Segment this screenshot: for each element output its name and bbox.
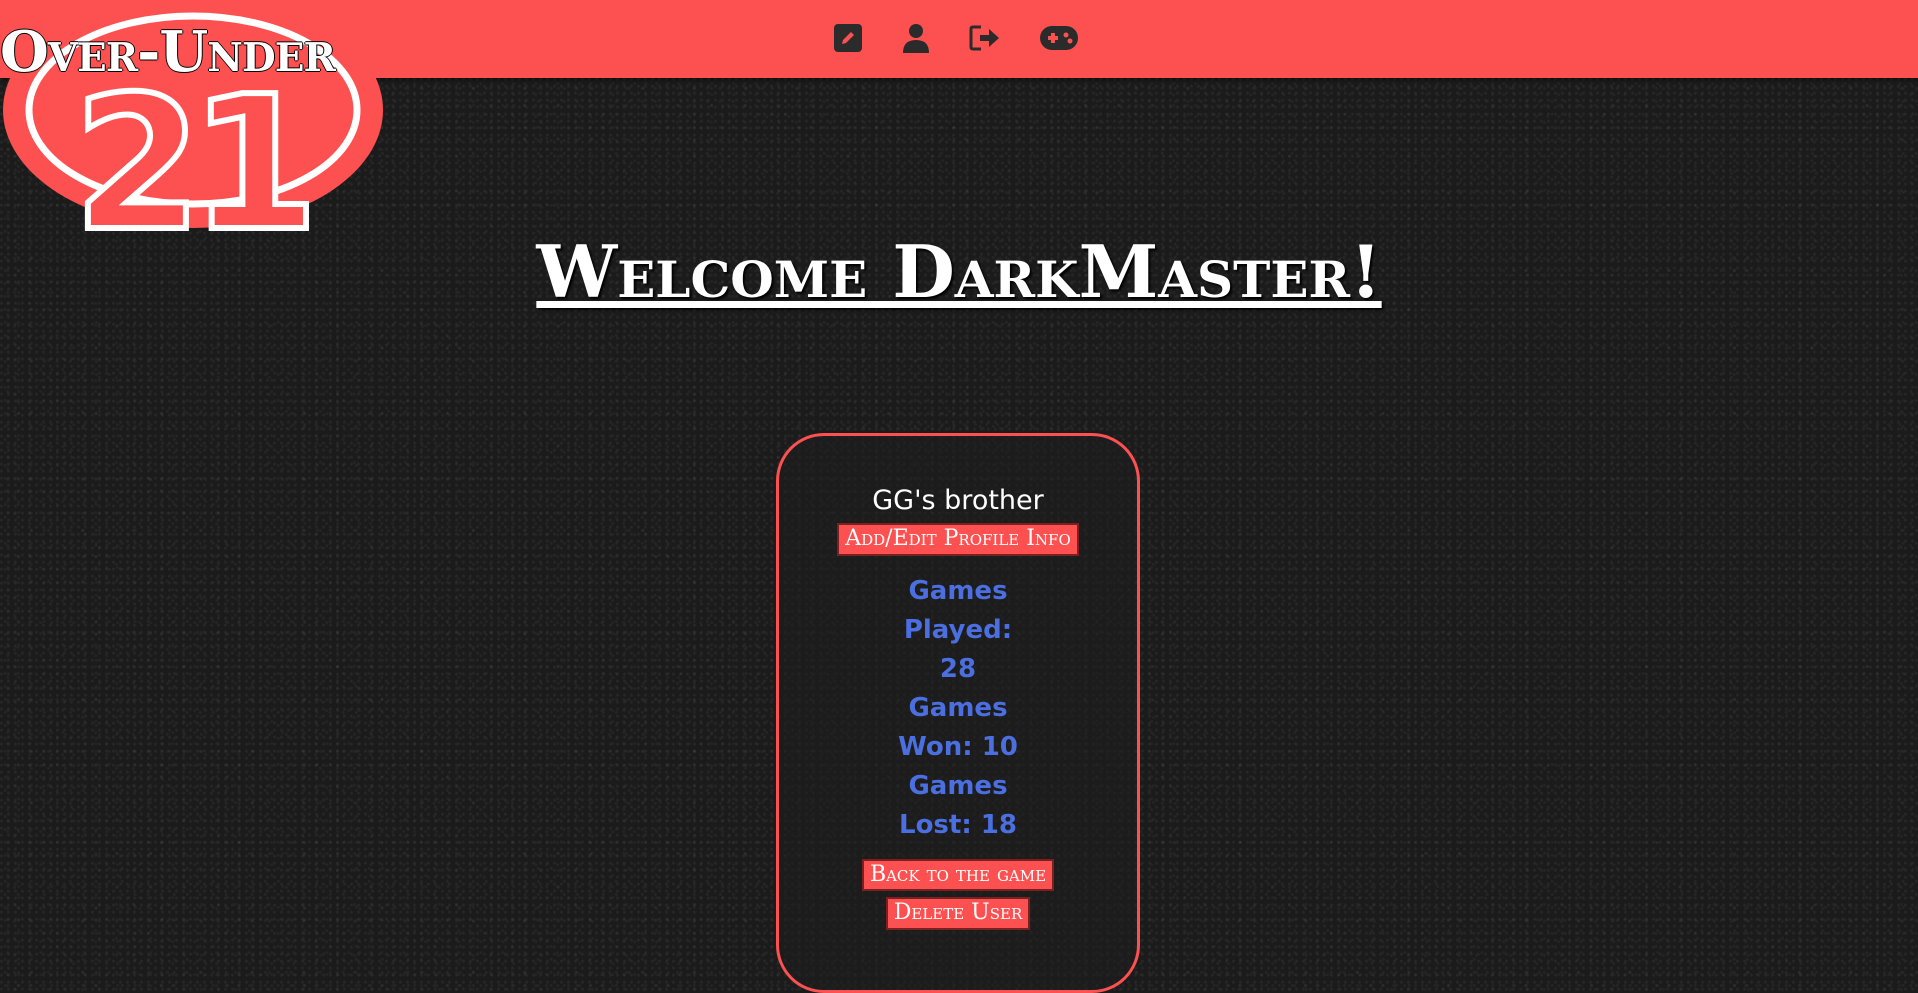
logo[interactable]: 21 Over-Under: [0, 10, 400, 240]
edit-profile-button[interactable]: Add/Edit Profile Info: [837, 523, 1079, 556]
back-to-game-button[interactable]: Back to the game: [861, 858, 1055, 892]
logo-title: Over-Under: [0, 19, 336, 85]
games-played-label: Games Played:: [903, 575, 1013, 645]
page-title: Welcome DarkMaster!: [536, 229, 1382, 314]
profile-bio: GG's brother: [872, 485, 1044, 516]
games-played-stat: Games Played: 28: [888, 572, 1028, 689]
delete-user-button[interactable]: Delete User: [885, 897, 1031, 930]
games-won-stat: Games Won: 10: [888, 689, 1028, 767]
nav-icon-bar: [832, 18, 1078, 58]
games-won-value: 10: [981, 731, 1018, 762]
games-lost-stat: Games Lost: 18: [888, 767, 1028, 845]
profile-card: GG's brother Add/Edit Profile Info Games…: [776, 433, 1140, 993]
stats-panel: Games Played: 28 Games Won: 10 Games Los…: [888, 572, 1028, 845]
games-played-value: 28: [939, 653, 977, 684]
logout-icon[interactable]: [968, 18, 1002, 58]
gamepad-icon[interactable]: [1040, 18, 1078, 58]
user-icon[interactable]: [900, 18, 932, 58]
edit-icon[interactable]: [832, 18, 864, 58]
games-lost-value: 18: [980, 809, 1017, 840]
